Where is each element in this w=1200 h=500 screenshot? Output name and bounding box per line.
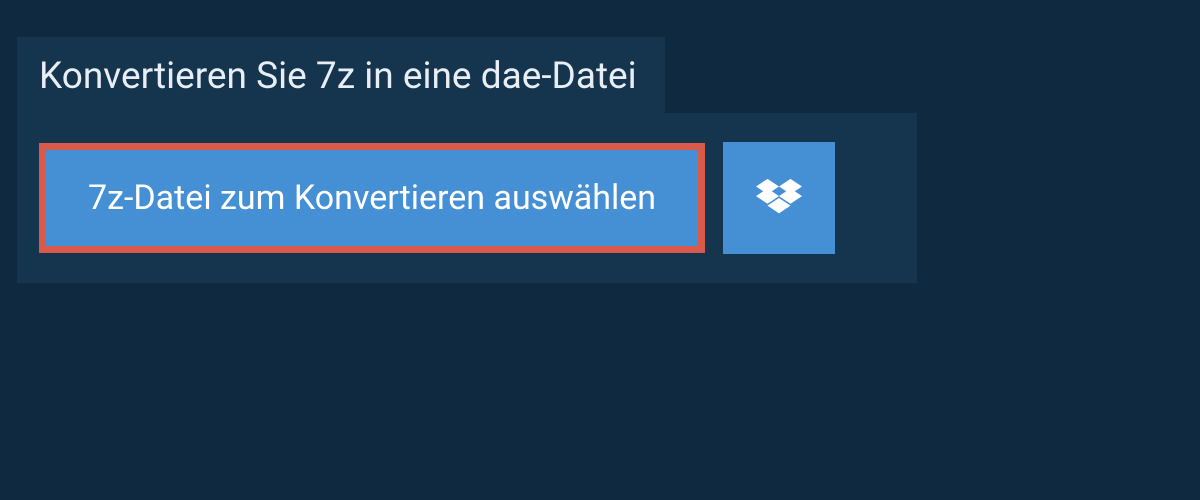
page-title: Konvertieren Sie 7z in eine dae-Datei [39, 55, 637, 98]
upload-panel: 7z-Datei zum Konvertieren auswählen [17, 113, 917, 283]
dropbox-icon [756, 178, 802, 218]
header-bar: Konvertieren Sie 7z in eine dae-Datei [17, 37, 665, 116]
select-file-button[interactable]: 7z-Datei zum Konvertieren auswählen [46, 150, 698, 246]
select-file-highlight: 7z-Datei zum Konvertieren auswählen [39, 143, 705, 253]
dropbox-button[interactable] [723, 142, 835, 254]
